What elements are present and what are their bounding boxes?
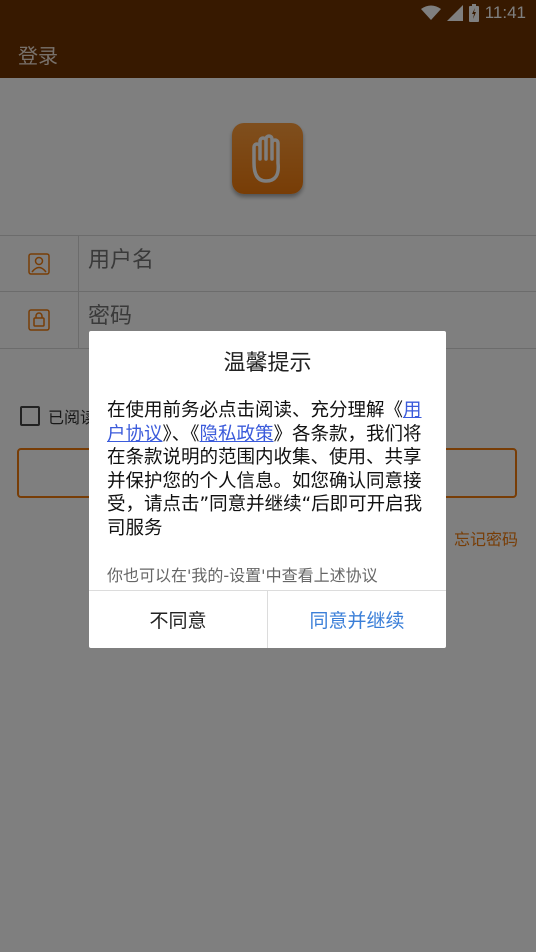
- dialog-body: 在使用前务必点击阅读、充分理解《用户协议》、《隐私政策》各条款，我们将在条款说明…: [107, 399, 429, 540]
- dialog-hint: 你也可以在'我的-设置'中查看上述协议: [107, 566, 378, 585]
- privacy-policy-link[interactable]: 隐私政策: [200, 424, 274, 445]
- agree-continue-button[interactable]: 同意并继续: [268, 591, 446, 648]
- dialog-title: 温馨提示: [223, 351, 312, 376]
- dialog-body-prefix: 在使用前务必点击阅读、充分理解《: [107, 400, 404, 421]
- disagree-button[interactable]: 不同意: [89, 591, 267, 648]
- privacy-dialog: 温馨提示 在使用前务必点击阅读、充分理解《用户协议》、《隐私政策》各条款，我们将…: [89, 331, 446, 648]
- dialog-body-mid: 》、《: [162, 423, 200, 445]
